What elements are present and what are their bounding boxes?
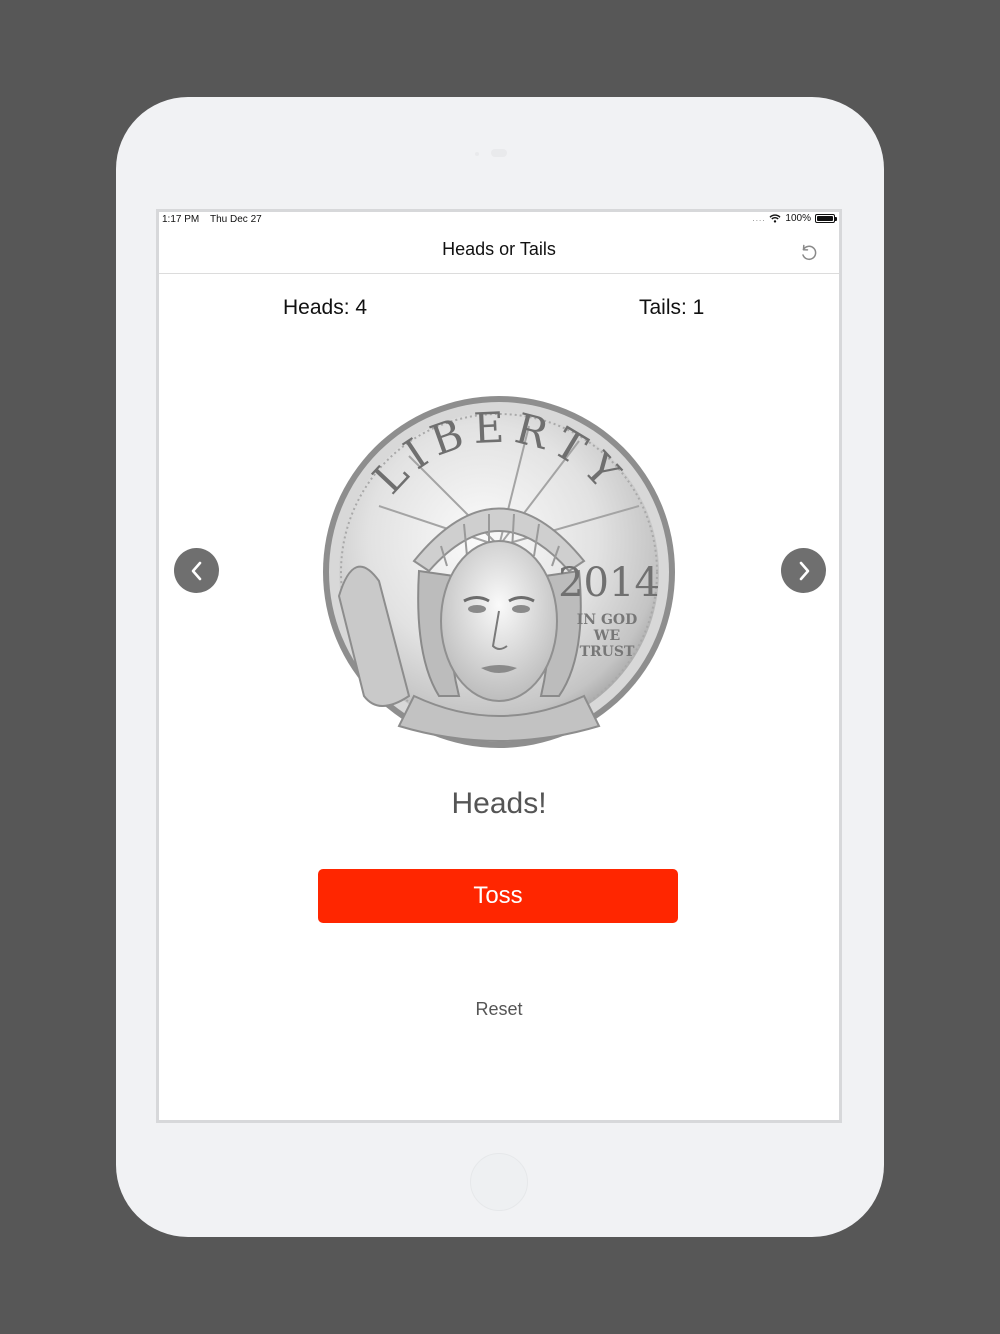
status-bar: 1:17 PM Thu Dec 27 .... 100% — [159, 212, 839, 228]
chevron-right-icon — [799, 561, 809, 580]
coin-image: LIBERTY 2014 IN GOD WE TRUST — [319, 396, 679, 748]
chevron-left-icon — [191, 561, 201, 580]
home-button[interactable] — [470, 1153, 528, 1211]
coin-graphic: LIBERTY 2014 IN GOD WE TRUST — [323, 396, 675, 748]
coin-motto-line3: TRUST — [580, 644, 635, 660]
coin-motto-line2: WE — [593, 628, 620, 644]
status-indicators: .... 100% — [753, 213, 837, 224]
next-coin-button[interactable] — [781, 548, 826, 593]
heads-count: Heads: 4 — [283, 296, 368, 319]
status-time: 1:17 PM — [162, 214, 200, 225]
toss-result: Heads! — [451, 787, 547, 820]
battery-icon — [815, 214, 837, 223]
battery-percent: 100% — [785, 213, 811, 224]
refresh-icon[interactable] — [797, 240, 821, 264]
coin-year: 2014 — [558, 560, 660, 606]
navigation-bar: Heads or Tails — [159, 228, 839, 274]
reset-button[interactable]: Reset — [159, 999, 839, 1020]
app-screen: 1:17 PM Thu Dec 27 .... 100% Heads or Ta… — [156, 209, 842, 1123]
page-title: Heads or Tails — [442, 239, 556, 259]
front-camera — [491, 149, 507, 157]
coin-motto-line1: IN GOD — [577, 612, 638, 628]
status-date: Thu Dec 27 — [210, 214, 262, 225]
signal-indicator: .... — [752, 214, 766, 223]
camera-sensor — [475, 152, 479, 156]
wifi-icon — [769, 214, 781, 223]
previous-coin-button[interactable] — [174, 548, 219, 593]
tails-count: Tails: 1 — [639, 296, 705, 319]
toss-button[interactable]: Toss — [318, 869, 678, 923]
